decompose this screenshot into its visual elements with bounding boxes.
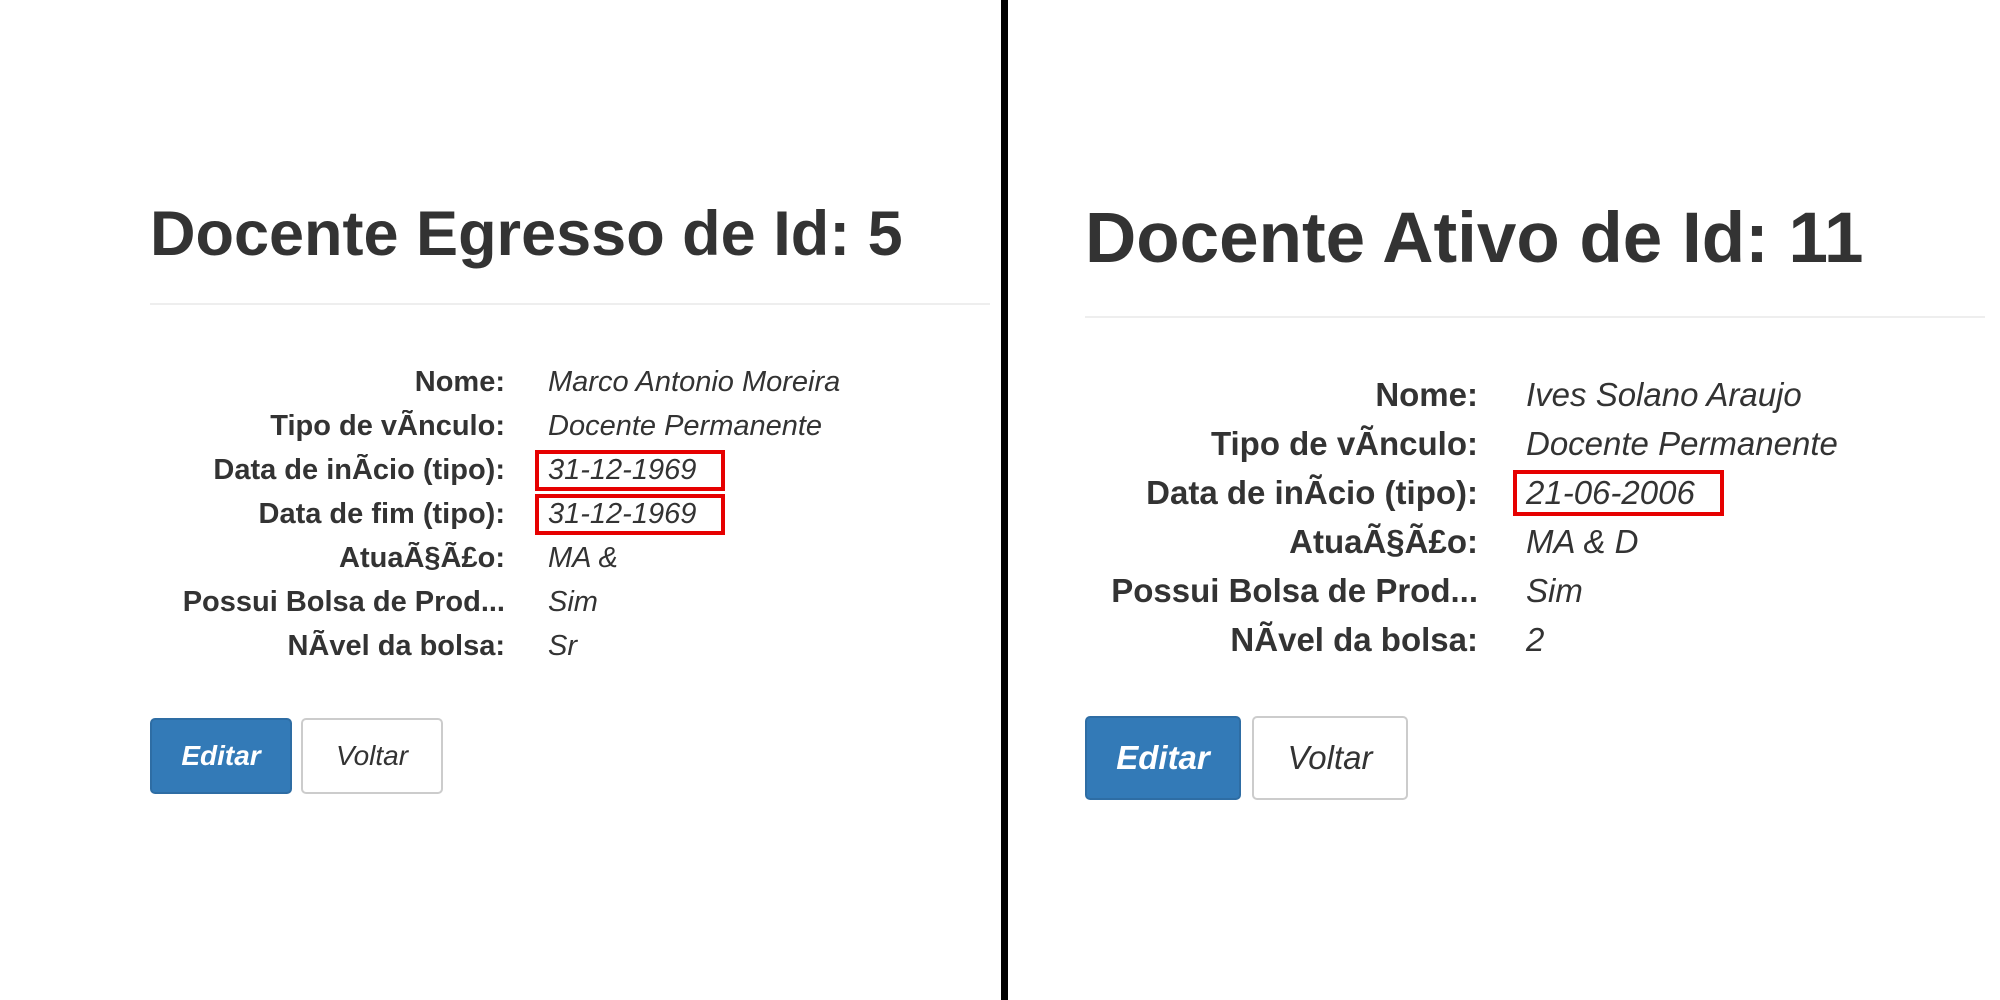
field-label: AtuaÃ§Ã£o:	[1289, 522, 1478, 560]
field-label: Data de inÃcio (tipo):	[213, 453, 505, 486]
field-label: NÃvel da bolsa:	[1230, 620, 1478, 658]
field-label: Possui Bolsa de Prod...	[1111, 571, 1478, 609]
field-row-data-fim: Data de fim (tipo): 31-12-1969	[150, 492, 990, 536]
field-value-highlighted: 31-12-1969	[535, 449, 726, 491]
field-value: Sr	[548, 629, 577, 662]
field-value: Ives Solano Araujo	[1526, 375, 1802, 413]
left-panel: Docente Egresso de Id: 5 Nome: Marco Ant…	[0, 0, 1001, 1000]
field-value: Marco Antonio Moreira	[548, 365, 841, 398]
highlight-box: 31-12-1969	[535, 449, 726, 491]
page-title: Docente Ativo de Id: 11	[1085, 199, 1864, 278]
back-button[interactable]: Voltar	[1252, 716, 1408, 801]
field-row-nome: Nome: Marco Antonio Moreira	[150, 360, 990, 404]
detail-list: Nome: Marco Antonio Moreira Tipo de vÃnc…	[150, 360, 990, 668]
field-value: Sim	[548, 585, 598, 618]
action-buttons: Editar Voltar	[150, 718, 990, 795]
field-label: NÃvel da bolsa:	[287, 629, 505, 662]
field-row-bolsa-produtividade: Possui Bolsa de Prod... Sim	[150, 580, 990, 624]
field-row-bolsa-produtividade: Possui Bolsa de Prod... Sim	[1085, 566, 1985, 615]
field-label: Nome:	[1375, 375, 1478, 413]
field-value: Docente Permanente	[1526, 424, 1838, 462]
field-value-highlighted: 31-12-1969	[535, 493, 726, 535]
edit-button[interactable]: Editar	[150, 718, 292, 795]
field-value: MA &	[548, 541, 618, 574]
highlight-box: 21-06-2006	[1513, 469, 1724, 516]
field-label: Data de inÃcio (tipo):	[1146, 473, 1478, 511]
right-content: Docente Ativo de Id: 11 Nome: Ives Solan…	[1085, 199, 1985, 801]
field-row-nivel-bolsa: NÃvel da bolsa: Sr	[150, 624, 990, 668]
edit-button[interactable]: Editar	[1085, 716, 1241, 801]
field-row-data-inicio: Data de inÃcio (tipo): 21-06-2006	[1085, 468, 1985, 517]
field-label: Tipo de vÃnculo:	[1210, 424, 1478, 462]
field-row-tipo-vinculo: Tipo de vÃnculo: Docente Permanente	[1085, 419, 1985, 468]
field-value-highlighted: 21-06-2006	[1513, 469, 1724, 516]
panel-divider	[1001, 0, 1008, 1000]
field-row-nome: Nome: Ives Solano Araujo	[1085, 370, 1985, 419]
field-value: Sim	[1526, 571, 1583, 609]
left-content: Docente Egresso de Id: 5 Nome: Marco Ant…	[150, 199, 990, 795]
field-row-nivel-bolsa: NÃvel da bolsa: 2	[1085, 615, 1985, 664]
page-title: Docente Egresso de Id: 5	[150, 199, 903, 269]
field-value: MA & D	[1526, 522, 1639, 560]
highlight-box: 31-12-1969	[535, 493, 726, 535]
field-row-atuacao: AtuaÃ§Ã£o: MA & D	[1085, 517, 1985, 566]
action-buttons: Editar Voltar	[1085, 716, 1985, 801]
field-value: 2	[1526, 620, 1545, 658]
field-label: AtuaÃ§Ã£o:	[339, 541, 505, 574]
field-label: Nome:	[414, 365, 505, 398]
field-row-tipo-vinculo: Tipo de vÃnculo: Docente Permanente	[150, 404, 990, 448]
field-label: Data de fim (tipo):	[258, 497, 506, 530]
back-button[interactable]: Voltar	[301, 718, 443, 795]
field-label: Possui Bolsa de Prod...	[182, 585, 505, 618]
title-divider	[1085, 316, 1985, 319]
field-label: Tipo de vÃnculo:	[270, 409, 505, 442]
field-row-atuacao: AtuaÃ§Ã£o: MA &	[150, 536, 990, 580]
detail-list: Nome: Ives Solano Araujo Tipo de vÃnculo…	[1085, 370, 1985, 664]
title-divider	[150, 303, 990, 306]
right-panel: Docente Ativo de Id: 11 Nome: Ives Solan…	[1008, 0, 2000, 1000]
field-row-data-inicio: Data de inÃcio (tipo): 31-12-1969	[150, 448, 990, 492]
field-value: Docente Permanente	[548, 409, 823, 442]
